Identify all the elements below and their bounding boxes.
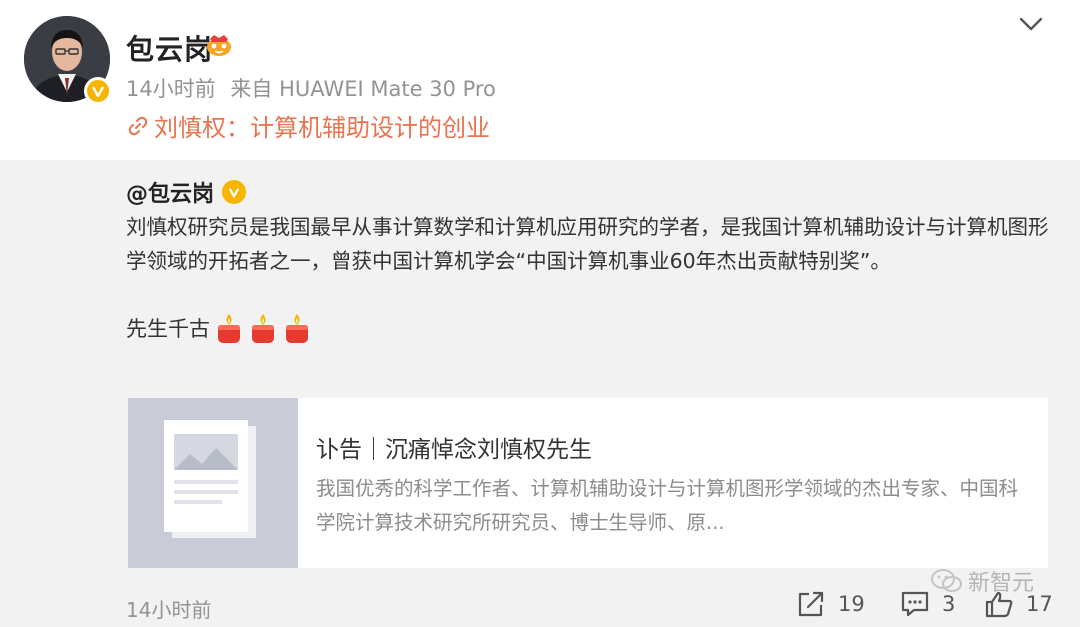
- article-card-description: 我国优秀的科学工作者、计算机辅助设计与计算机图形学领域的杰出专家、中国科学院计算…: [316, 477, 1019, 534]
- article-title-link[interactable]: 刘慎权：计算机辅助设计的创业: [126, 108, 490, 143]
- candle-emoji-icon: [286, 314, 308, 343]
- comment-count: 3: [942, 592, 956, 616]
- repost-icon: [798, 591, 824, 617]
- article-card-title[interactable]: 讣告｜沉痛悼念刘慎权先生: [316, 430, 592, 464]
- document-placeholder-icon: [164, 420, 256, 538]
- verified-v-icon: [84, 77, 112, 105]
- member-crown-icon[interactable]: [206, 33, 232, 57]
- repost-button[interactable]: 19: [796, 590, 865, 618]
- candle-emoji-icon: [252, 314, 274, 343]
- footer-post-time: 14小时前: [126, 598, 212, 622]
- post-source: 来自 HUAWEI Mate 30 Pro: [230, 77, 496, 101]
- comment-button[interactable]: 3: [900, 590, 955, 618]
- link-icon: [128, 116, 148, 135]
- like-button[interactable]: 17: [984, 590, 1053, 618]
- article-title-text: 刘慎权：计算机辅助设计的创业: [154, 114, 490, 142]
- article-card[interactable]: 讣告｜沉痛悼念刘慎权先生 我国优秀的科学工作者、计算机辅助设计与计算机图形学领域…: [128, 398, 1048, 568]
- closing-line: 先生千古: [126, 312, 312, 344]
- post-meta: 14小时前 来自 HUAWEI Mate 30 Pro: [126, 73, 496, 103]
- repost-count: 19: [838, 592, 865, 616]
- closing-text: 先生千古: [126, 317, 210, 341]
- like-count: 17: [1026, 592, 1053, 616]
- post-time: 14小时前: [126, 77, 216, 101]
- post-header: 包云岗 14小时前 来自 HUAWEI Mate 30 Pro 刘慎权：计算机辅…: [0, 0, 1080, 160]
- post-text: 刘慎权研究员是我国最早从事计算数学和计算机应用研究的学者，是我国计算机辅助设计与…: [126, 215, 1049, 273]
- mention-line: @包云岗: [126, 176, 247, 208]
- verified-v-icon: [222, 180, 247, 204]
- mention-link[interactable]: @包云岗: [126, 176, 214, 208]
- candle-emoji-icon: [218, 314, 240, 343]
- thumbs-up-icon: [985, 591, 1013, 618]
- chevron-down-icon[interactable]: [1018, 14, 1044, 34]
- comment-icon: [901, 591, 929, 617]
- article-thumbnail: [128, 398, 298, 568]
- author-name[interactable]: 包云岗: [126, 28, 213, 68]
